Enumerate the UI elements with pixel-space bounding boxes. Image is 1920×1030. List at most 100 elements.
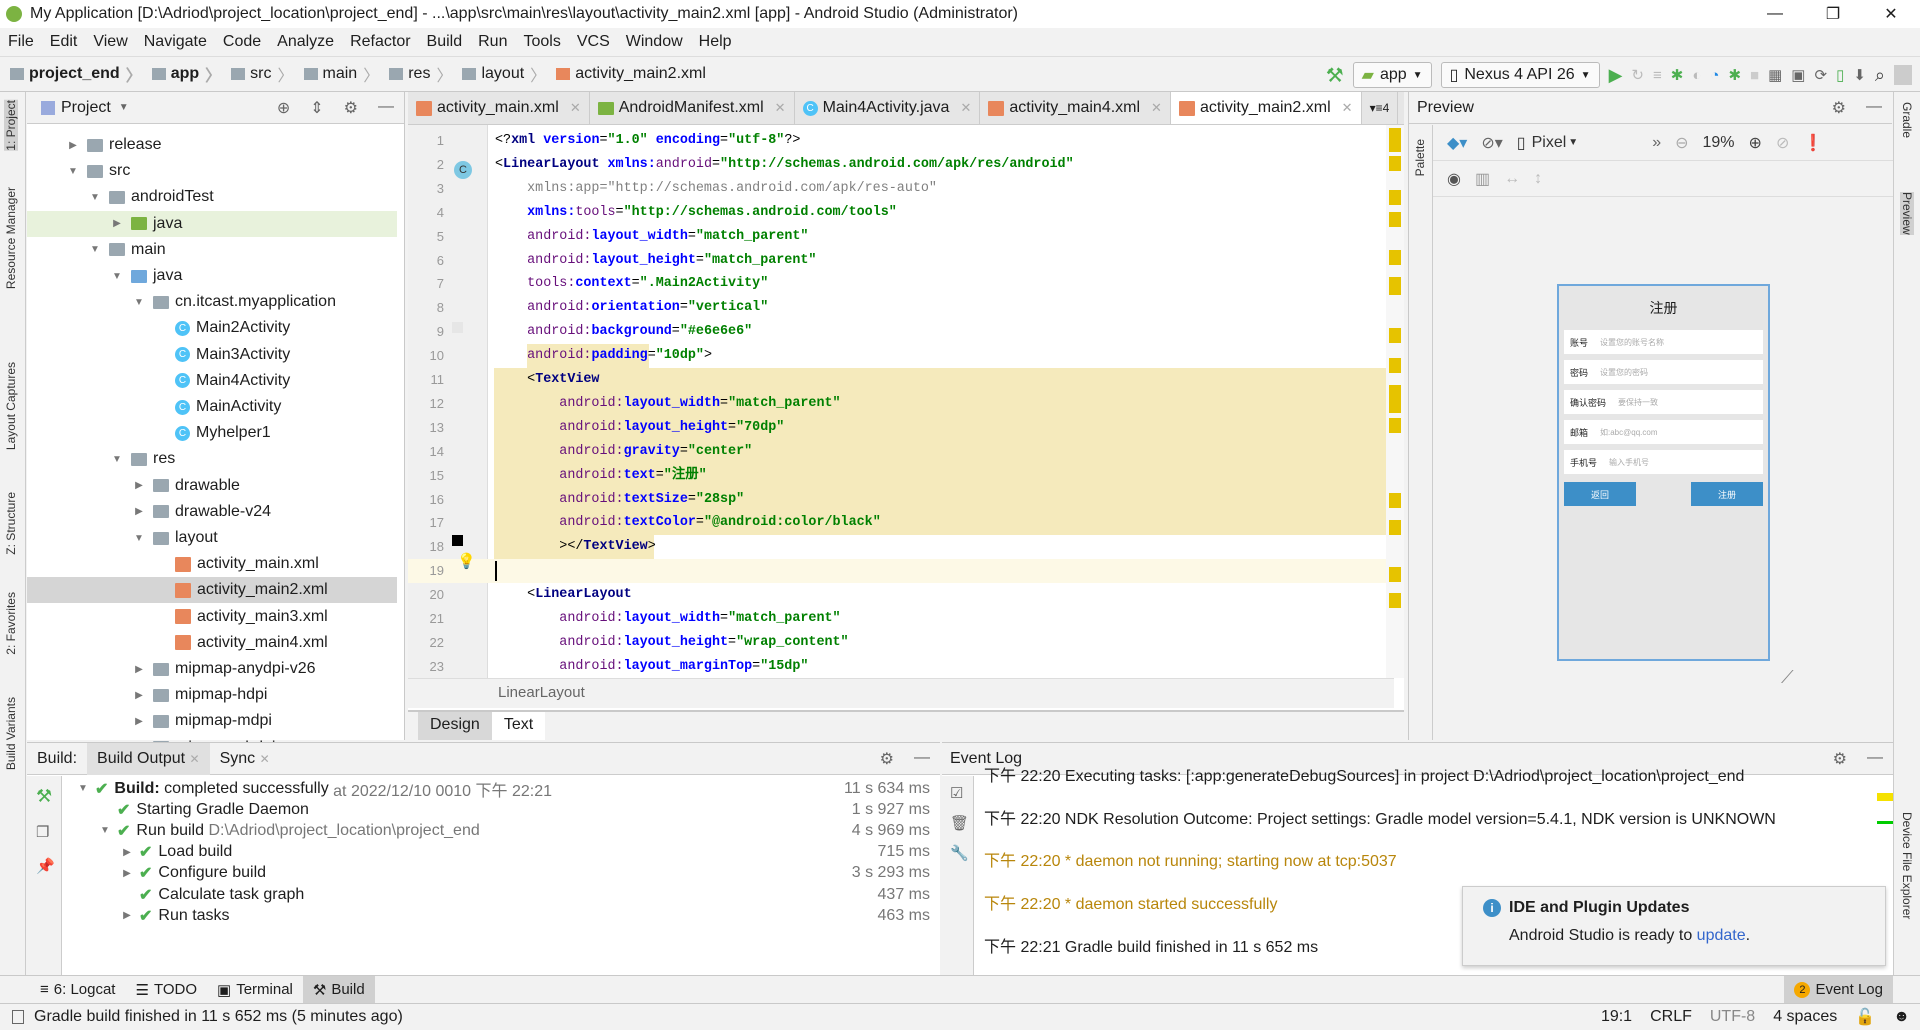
menu-analyze[interactable]: Analyze — [269, 33, 342, 51]
register-button[interactable]: 注册 — [1691, 482, 1763, 506]
breadcrumb-item[interactable]: layout 〉 — [462, 62, 546, 86]
menu-help[interactable]: Help — [691, 33, 740, 51]
sync-gradle-icon[interactable]: ⟳ — [1814, 66, 1827, 84]
project-view-select[interactable]: Project — [61, 99, 111, 117]
tab-build-output[interactable]: Build Output ✕ — [87, 742, 210, 775]
tab-terminal[interactable]: ▣ Terminal — [207, 976, 303, 1004]
layers-icon[interactable]: ◆▾ — [1447, 133, 1467, 153]
menu-vcs[interactable]: VCS — [569, 33, 618, 51]
line-separator[interactable]: CRLF — [1650, 1008, 1692, 1026]
menu-edit[interactable]: Edit — [42, 33, 86, 51]
chevron-down-icon[interactable]: ▼ — [119, 102, 129, 113]
code-line[interactable]: 4 xmlns:tools="http://schemas.android.co… — [408, 201, 1394, 225]
zoom-in-icon[interactable]: ⊕ — [1749, 133, 1762, 153]
build-row[interactable]: ▶ ✔ Run tasks 463 ms — [63, 905, 930, 926]
update-link[interactable]: update — [1697, 927, 1746, 944]
warning-marker[interactable] — [1389, 357, 1401, 373]
caret-position[interactable]: 19:1 — [1601, 1008, 1632, 1026]
device-select[interactable]: ▯ Nexus 4 API 26 ▼ — [1440, 62, 1600, 88]
pin-icon[interactable]: 📌 — [27, 841, 61, 875]
tab-build[interactable]: ⚒ Build — [302, 975, 375, 1004]
stop-icon[interactable]: ■ — [1750, 67, 1759, 84]
debug-icon[interactable]: ✱ — [1671, 66, 1684, 84]
close-icon[interactable]: ✕ — [1342, 100, 1353, 116]
expand-arrow-icon[interactable]: ▶ — [133, 690, 145, 701]
attach-debugger-icon[interactable]: ✱ — [1728, 66, 1741, 84]
code-line[interactable]: 5 android:layout_width="match_parent" — [408, 225, 1394, 249]
device-file-explorer-tab[interactable]: Device File Explorer — [1900, 812, 1914, 919]
editor-tab[interactable]: C Main4Activity.java ✕ — [795, 92, 981, 124]
expand-arrow-icon[interactable]: ▶ — [67, 140, 79, 151]
indent-setting[interactable]: 4 spaces — [1773, 1008, 1837, 1026]
tree-item[interactable]: C MainActivity — [27, 394, 397, 420]
tree-item[interactable]: ▼ cn.itcast.myapplication — [27, 289, 397, 315]
resize-handle-icon[interactable]: ⟋ — [1781, 667, 1794, 688]
gear-icon[interactable]: ⚙ — [344, 98, 358, 118]
warning-icon[interactable]: ❗ — [1803, 133, 1823, 153]
expand-arrow-icon[interactable]: ▶ — [133, 716, 145, 727]
warning-marker[interactable] — [1389, 249, 1401, 265]
profile-icon[interactable]: ◔ — [1710, 67, 1719, 84]
close-icon[interactable]: ✕ — [775, 100, 786, 116]
build-row[interactable]: ✔ Starting Gradle Daemon 1 s 927 ms — [63, 799, 930, 820]
code-line[interactable]: 9 android:background="#e6e6e6" — [408, 320, 1394, 344]
tool-window-tab[interactable]: Build Variants — [4, 697, 18, 770]
tool-window-tab[interactable]: 1: Project — [4, 100, 18, 151]
hide-icon[interactable]: — — [1866, 98, 1882, 118]
warning-marker[interactable] — [1389, 417, 1401, 433]
tree-item[interactable]: activity_main3.xml — [27, 604, 397, 630]
tool-window-tab[interactable]: Resource Manager — [4, 187, 18, 289]
editor-tab[interactable]: activity_main.xml ✕ — [408, 92, 590, 124]
code-line[interactable]: 7 tools:context=".Main2Activity" — [408, 272, 1394, 296]
build-row[interactable]: ▼ ✔ Build: completed successfully at 2022/… — [63, 778, 930, 800]
expand-arrow-icon[interactable]: ▶ — [121, 847, 133, 858]
code-line[interactable]: 23 android:layout_marginTop="15dp" — [408, 655, 1394, 678]
breadcrumb-item[interactable]: project_end 〉 — [10, 62, 142, 86]
vertical-resize-icon[interactable]: ↕ — [1534, 170, 1542, 188]
tree-item[interactable]: C Myhelper1 — [27, 420, 397, 446]
zoom-out-icon[interactable]: ⊖ — [1675, 133, 1688, 153]
orientation-icon[interactable]: ⊘▾ — [1481, 133, 1502, 153]
close-icon[interactable]: ✕ — [190, 752, 200, 766]
tree-item[interactable]: C Main4Activity — [27, 368, 397, 394]
code-line[interactable]: 18 ></TextView> — [408, 535, 1394, 560]
warning-marker[interactable] — [1389, 156, 1401, 172]
build-row[interactable]: ▶ ✔ Configure build 3 s 293 ms — [63, 863, 930, 884]
expand-arrow-icon[interactable]: ▶ — [133, 506, 145, 517]
editor-tab[interactable]: activity_main2.xml ✕ — [1170, 92, 1362, 124]
gradle-tab[interactable]: Gradle — [1900, 102, 1914, 138]
editor-tab[interactable]: AndroidManifest.xml ✕ — [590, 92, 795, 124]
columns-icon[interactable]: ▥ — [1475, 169, 1490, 189]
mark-read-icon[interactable]: ☑ — [942, 776, 973, 802]
expand-arrow-icon[interactable]: ▼ — [89, 192, 101, 203]
tree-item[interactable]: ▶ release — [27, 132, 397, 158]
warning-marker[interactable] — [1389, 279, 1401, 295]
tree-item[interactable]: activity_main.xml — [27, 551, 397, 577]
menu-code[interactable]: Code — [215, 33, 269, 51]
code-line[interactable]: 21 android:layout_width="match_parent" — [408, 607, 1394, 631]
warning-marker[interactable] — [1389, 492, 1401, 508]
code-line[interactable]: 16 android:textSize="28sp" — [408, 487, 1394, 512]
code-line[interactable]: 8 android:orientation="vertical" — [408, 296, 1394, 320]
warning-marker[interactable] — [1389, 593, 1401, 608]
close-icon[interactable]: ✕ — [570, 100, 581, 116]
color-swatch-icon[interactable] — [452, 535, 463, 546]
menu-navigate[interactable]: Navigate — [136, 33, 215, 51]
code-line[interactable]: 2 <LinearLayout xmlns:android="http://sch… — [408, 153, 1394, 177]
expand-arrow-icon[interactable]: ▶ — [121, 910, 133, 921]
structure-breadcrumb[interactable]: LinearLayout — [408, 678, 1394, 708]
code-line[interactable]: 22 android:layout_height="wrap_content" — [408, 631, 1394, 655]
menu-build[interactable]: Build — [419, 33, 471, 51]
tab-logcat[interactable]: ≡ 6: Logcat — [30, 976, 125, 1004]
sdk-manager-icon[interactable]: ▯ — [1836, 66, 1844, 84]
lightbulb-icon[interactable]: 💡 — [457, 552, 476, 570]
code-line[interactable]: 13 android:layout_height="70dp" — [408, 415, 1394, 440]
gear-icon[interactable]: ⚙ — [1832, 98, 1846, 118]
expand-arrow-icon[interactable]: ▶ — [111, 218, 123, 229]
expand-arrow-icon[interactable]: ▼ — [133, 533, 145, 544]
expand-arrow-icon[interactable]: ▼ — [89, 244, 101, 255]
hide-icon[interactable]: — — [378, 98, 394, 118]
tree-item[interactable]: C Main2Activity — [27, 315, 397, 341]
eye-icon[interactable]: ◉ — [1447, 169, 1461, 189]
close-icon[interactable]: ✕ — [260, 752, 270, 766]
